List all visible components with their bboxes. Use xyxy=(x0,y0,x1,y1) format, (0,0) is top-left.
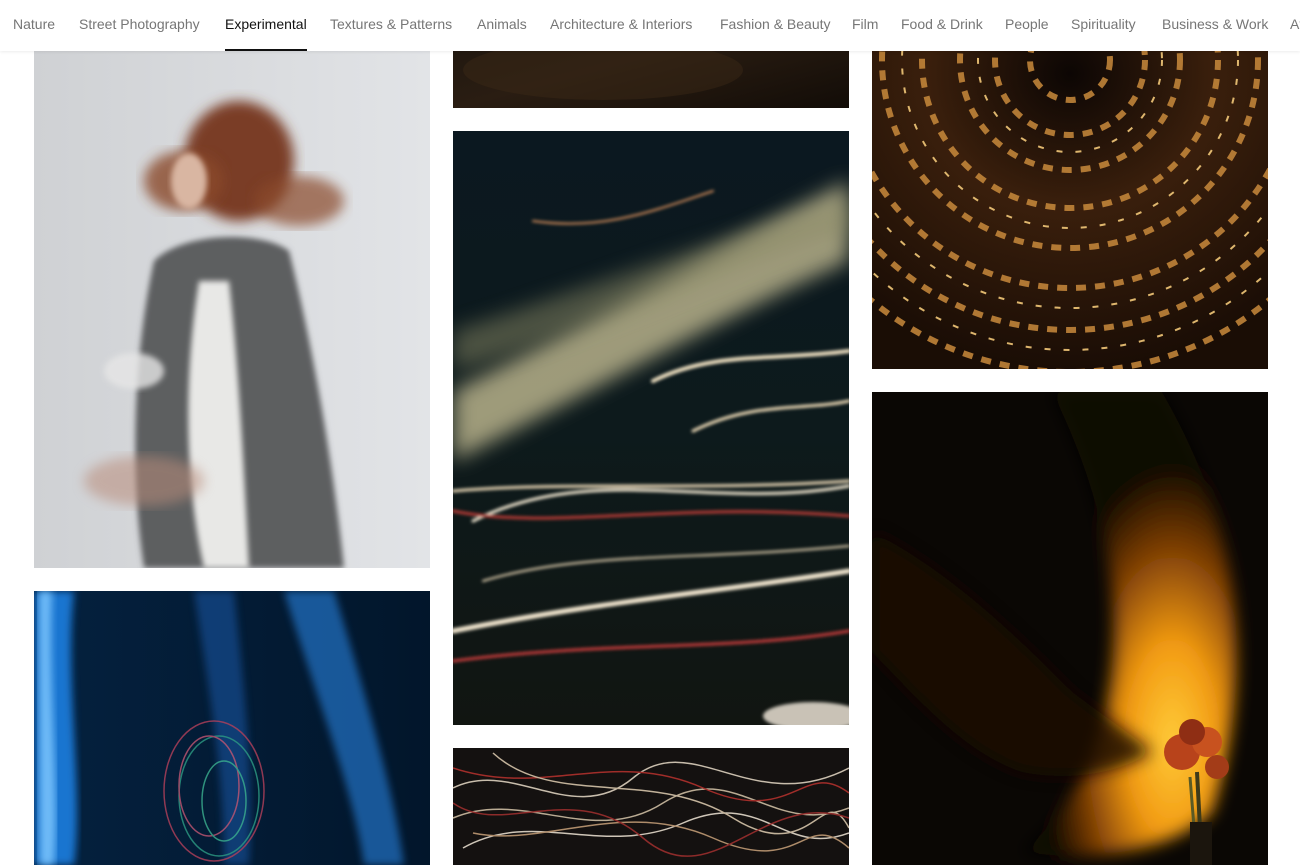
photo-woman-motion-blur[interactable] xyxy=(34,51,430,568)
nav-item-athletics-partial[interactable]: At xyxy=(1290,0,1300,49)
photo-flower-sunset-lamp[interactable] xyxy=(872,392,1268,865)
nav-item-business-work[interactable]: Business & Work xyxy=(1162,0,1268,49)
nav-item-spirituality[interactable]: Spirituality xyxy=(1071,0,1136,49)
nav-item-nature[interactable]: Nature xyxy=(13,0,55,49)
nav-item-architecture-interiors[interactable]: Architecture & Interiors xyxy=(550,0,692,49)
nav-item-fashion-beauty[interactable]: Fashion & Beauty xyxy=(720,0,831,49)
photo-swirl-image xyxy=(872,0,1268,369)
photo-light-trails-image xyxy=(453,131,849,725)
photo-blue-light-abstract[interactable] xyxy=(34,591,430,865)
photo-woman-image xyxy=(34,51,430,568)
photo-swirl-texture[interactable] xyxy=(872,0,1268,369)
nav-item-street-photography[interactable]: Street Photography xyxy=(79,0,200,49)
topics-nav: Nature Street Photography Experimental T… xyxy=(0,0,1300,51)
nav-item-animals[interactable]: Animals xyxy=(477,0,527,49)
photo-scribble-lights[interactable] xyxy=(453,748,849,865)
nav-item-food-drink[interactable]: Food & Drink xyxy=(901,0,983,49)
photo-light-trails[interactable] xyxy=(453,131,849,725)
photo-flower-image xyxy=(872,392,1268,865)
photo-scribble-image xyxy=(453,748,849,865)
nav-item-film[interactable]: Film xyxy=(852,0,878,49)
nav-item-people[interactable]: People xyxy=(1005,0,1049,49)
nav-item-experimental[interactable]: Experimental xyxy=(225,0,307,51)
photo-blue-abstract-image xyxy=(34,591,430,865)
nav-item-textures-patterns[interactable]: Textures & Patterns xyxy=(330,0,452,49)
